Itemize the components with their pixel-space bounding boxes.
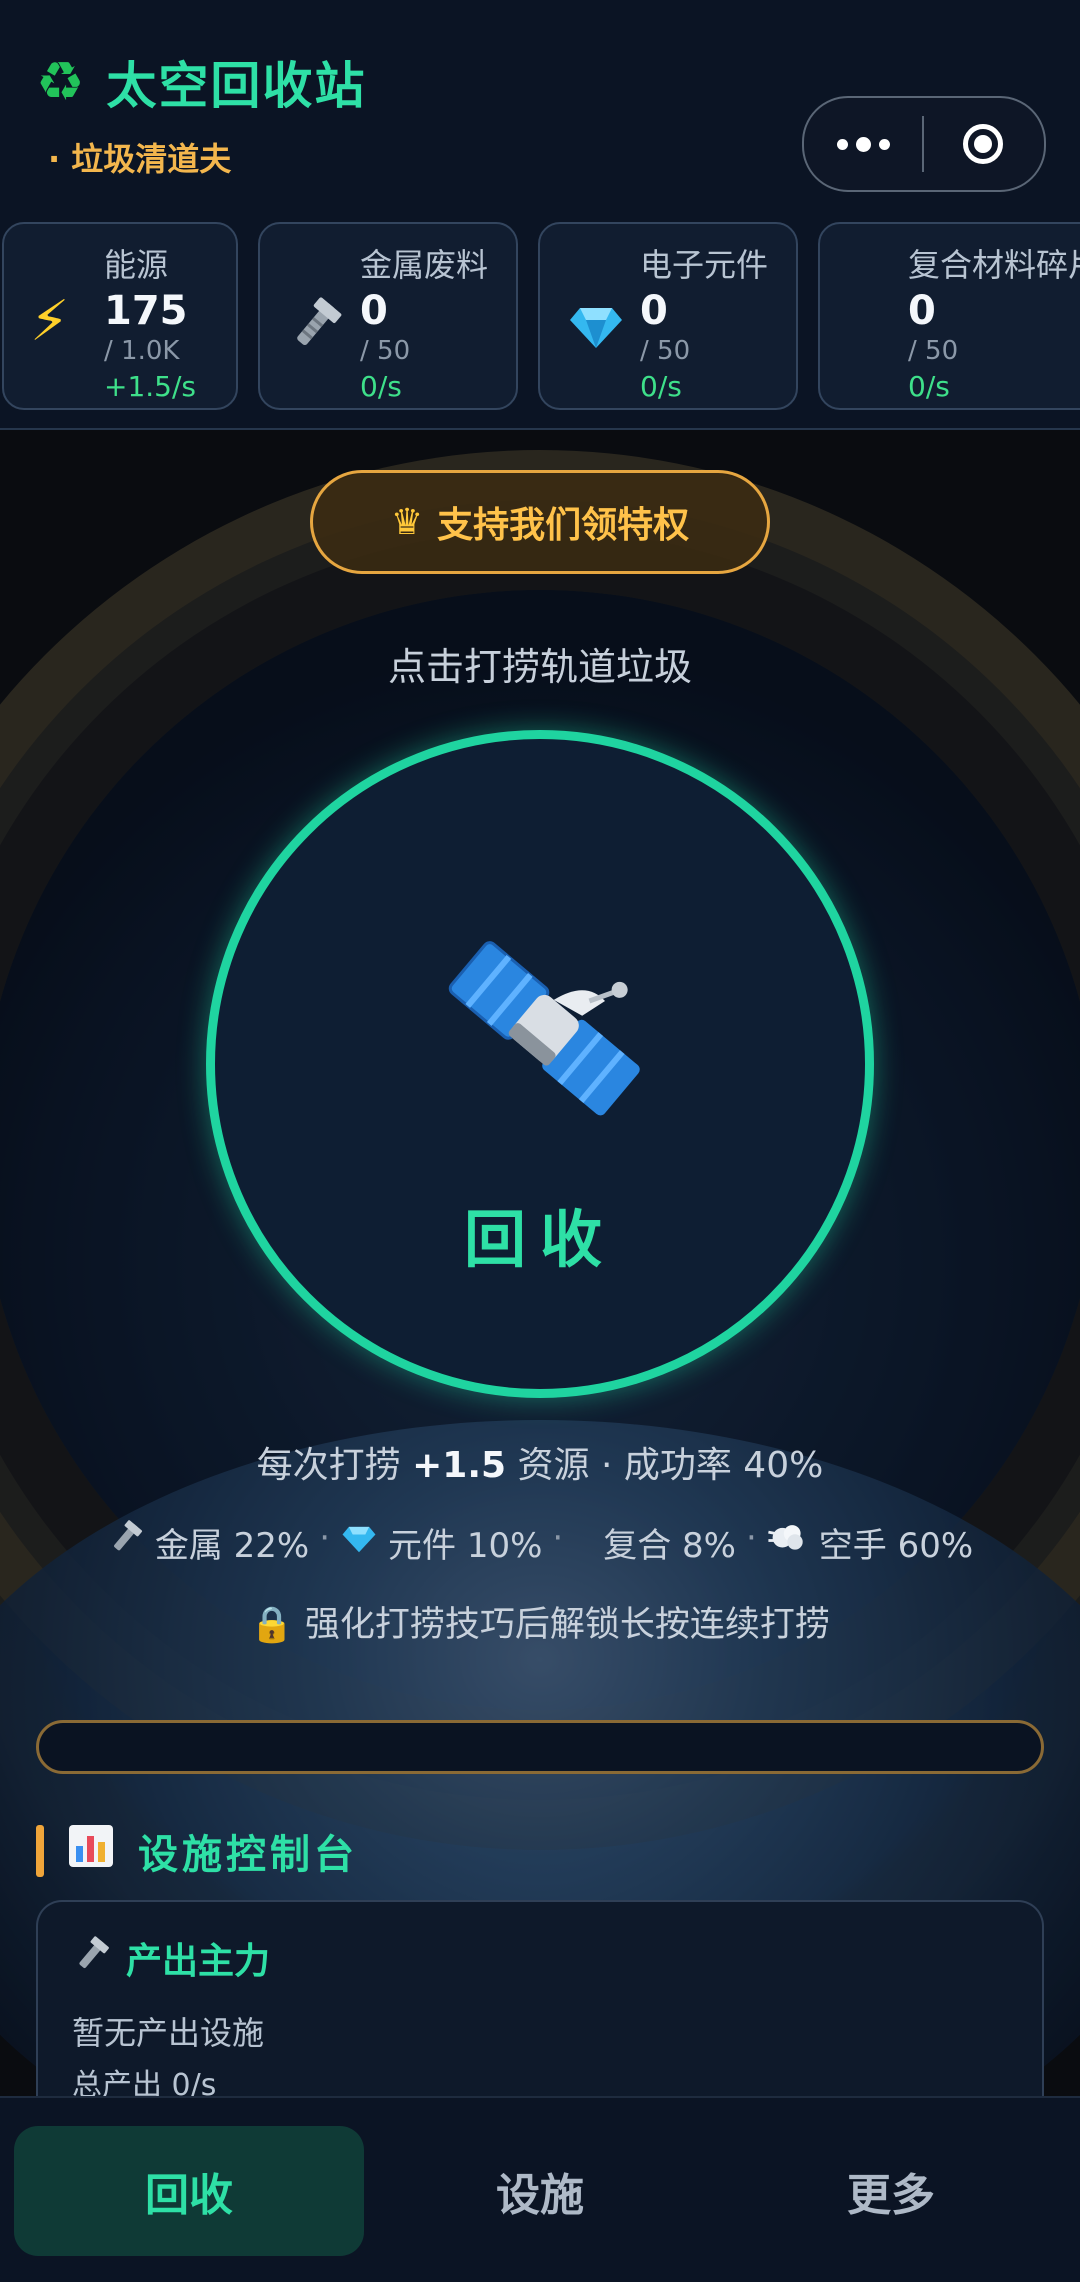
- more-options-icon[interactable]: [804, 136, 922, 152]
- production-empty-text: 暂无产出设施: [72, 2014, 265, 2052]
- tab-facilities[interactable]: 设施: [365, 2126, 715, 2256]
- lock-info: 🔒 强化打捞技巧后解锁长按连续打捞: [0, 1596, 1080, 1647]
- composite-icon: [573, 1518, 593, 1567]
- lock-text: 强化打捞技巧后解锁长按连续打捞: [304, 1605, 830, 1645]
- resource-rate: 0/s: [640, 370, 682, 403]
- resource-cap: / 50: [640, 336, 691, 366]
- drop-rates: 金属 22% · 元件 10% · 复合 8% · 空手 60%: [0, 1518, 1080, 1567]
- gem-icon: [566, 294, 626, 364]
- privilege-label: 支持我们领特权: [437, 505, 690, 546]
- resource-value: 0: [360, 288, 388, 334]
- close-target-icon[interactable]: [924, 124, 1042, 164]
- drop-metal: 金属 22%: [154, 1526, 310, 1566]
- resource-cap: / 1.0K: [104, 336, 180, 366]
- resource-cap: / 50: [360, 336, 411, 366]
- resource-cap: / 50: [908, 336, 959, 366]
- puff-icon: [767, 1518, 809, 1567]
- resource-name: 金属废料: [360, 246, 489, 284]
- app-subtitle: · 垃圾清道夫: [48, 140, 232, 178]
- section-title: 设施控制台: [138, 1832, 358, 1878]
- recycle-icon: ♻: [36, 50, 85, 113]
- bolt-icon: [72, 1934, 112, 1983]
- drop-composite: 复合 8%: [603, 1526, 736, 1566]
- resource-card-composite: 复合材料碎片 0 / 50 0/s: [818, 222, 1080, 410]
- resource-value: 0: [908, 288, 936, 334]
- tab-collect[interactable]: 回收: [14, 2126, 364, 2256]
- production-total: 总产出 0/s: [72, 2068, 217, 2100]
- yield-info: 每次打捞 +1.5 资源 · 成功率 40%: [256, 1445, 824, 1486]
- production-title: 产出主力: [126, 1941, 271, 1982]
- collect-button[interactable]: 回收: [206, 730, 874, 1398]
- collect-hint: 点击打捞轨道垃圾: [387, 645, 692, 689]
- bottom-tab-bar: 回收 设施 更多: [0, 2096, 1080, 2282]
- title-row: ♻ 太空回收站: [36, 46, 366, 118]
- crown-icon: ♛: [390, 501, 424, 543]
- lightning-icon: ⚡: [30, 289, 70, 354]
- resource-value: 0: [640, 288, 668, 334]
- collect-label: 回收: [463, 1203, 616, 1276]
- resource-name: 复合材料碎片: [908, 246, 1080, 284]
- yield-amount: +1.5: [412, 1445, 507, 1486]
- satellite-icon: [448, 941, 640, 1116]
- bolt-icon: [107, 1518, 145, 1567]
- resource-value: 175: [104, 288, 188, 334]
- app-title: 太空回收站: [106, 57, 367, 115]
- drop-electronics: 元件 10%: [388, 1526, 543, 1566]
- tab-more[interactable]: 更多: [716, 2126, 1066, 2256]
- resource-card-electronics: 电子元件 0 / 50 0/s: [538, 222, 798, 410]
- bar-chart-icon: [68, 1824, 114, 1879]
- section-header: 设施控制台: [36, 1822, 358, 1880]
- mini-program-capsule: [802, 96, 1046, 192]
- resource-rate: +1.5/s: [104, 370, 197, 403]
- top-bar: ♻ 太空回收站 · 垃圾清道夫: [0, 0, 1080, 198]
- drop-empty: 空手 60%: [818, 1526, 974, 1566]
- resource-rate: 0/s: [360, 370, 402, 403]
- resource-card-metal: 金属废料 0 / 50 0/s: [258, 222, 518, 410]
- resource-strip[interactable]: ⚡ 能源 175 / 1.0K +1.5/s 金属废料 0 / 50 0/s 电…: [0, 196, 1080, 430]
- support-privilege-button[interactable]: ♛ 支持我们领特权: [310, 470, 770, 574]
- resource-name: 能源: [104, 246, 169, 284]
- gem-icon: [340, 1518, 378, 1567]
- production-card[interactable]: 产出主力 暂无产出设施 总产出 0/s: [36, 1900, 1044, 2100]
- lock-icon: 🔒: [250, 1605, 294, 1645]
- bolt-icon: [286, 294, 346, 364]
- resource-name: 电子元件: [640, 246, 769, 284]
- collect-progress-bar: [36, 1720, 1044, 1774]
- resource-rate: 0/s: [908, 370, 950, 403]
- resource-card-energy: ⚡ 能源 175 / 1.0K +1.5/s: [2, 222, 238, 410]
